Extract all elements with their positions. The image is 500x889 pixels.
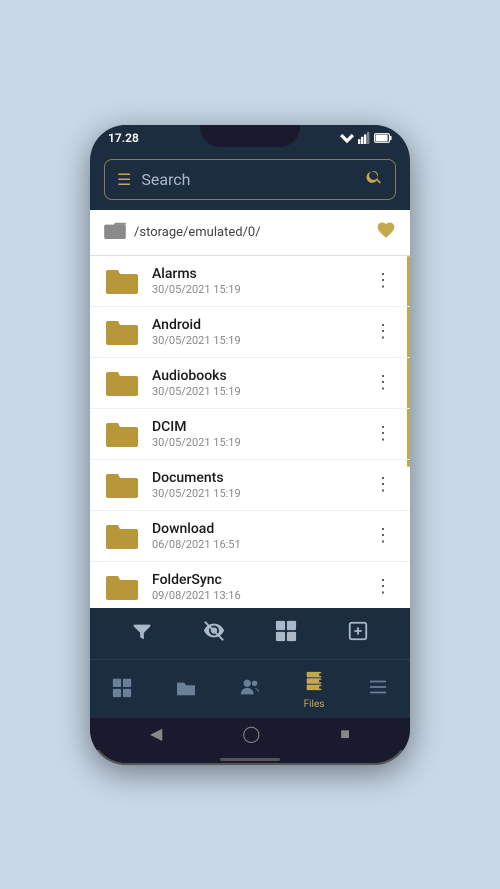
screen: ☰ Search /storage/emulated/0/ (90, 149, 410, 718)
home-nav-icon (111, 676, 133, 703)
nav-item-folder[interactable] (167, 676, 205, 704)
filter-icon[interactable] (127, 616, 157, 651)
recents-gesture[interactable]: ■ (340, 724, 350, 744)
table-row[interactable]: Audiobooks 30/05/2021 15:19 ⋮ (90, 358, 410, 409)
home-gesture[interactable]: ◯ (242, 724, 260, 743)
hidden-files-icon[interactable] (199, 616, 229, 651)
folder-icon (104, 419, 140, 449)
grid-icon[interactable] (271, 616, 301, 651)
notch (200, 125, 300, 147)
file-date: 30/05/2021 15:19 (152, 283, 358, 296)
file-info: Audiobooks 30/05/2021 15:19 (152, 368, 358, 398)
nav-item-menu[interactable] (359, 674, 397, 705)
search-input-label[interactable]: Search (141, 170, 355, 189)
more-options-icon[interactable]: ⋮ (370, 266, 396, 295)
table-row[interactable]: Android 30/05/2021 15:19 ⋮ (90, 307, 410, 358)
storage-nav-icon (303, 670, 325, 697)
add-icon[interactable] (343, 616, 373, 651)
folder-icon (104, 572, 140, 602)
file-date: 30/05/2021 15:19 (152, 487, 358, 500)
file-date: 30/05/2021 15:19 (152, 334, 358, 347)
table-row[interactable]: Alarms 30/05/2021 15:19 ⋮ (90, 256, 410, 307)
file-info: FolderSync 09/08/2021 13:16 (152, 572, 358, 602)
path-icon (104, 221, 126, 244)
file-name: Documents (152, 470, 358, 486)
nav-item-shared[interactable] (231, 674, 269, 705)
shared-nav-icon (239, 676, 261, 703)
menu-nav-icon (367, 676, 389, 703)
bottom-nav: Files (90, 659, 410, 718)
more-options-icon[interactable]: ⋮ (370, 521, 396, 550)
file-info: Download 06/08/2021 16:51 (152, 521, 358, 551)
phone-frame: 17.28 ☰ Sea (90, 125, 410, 765)
search-bar[interactable]: ☰ Search (104, 159, 396, 200)
folder-icon (104, 368, 140, 398)
file-name: Audiobooks (152, 368, 358, 384)
folder-icon (104, 317, 140, 347)
file-date: 30/05/2021 15:19 (152, 436, 358, 449)
file-date: 06/08/2021 16:51 (152, 538, 358, 551)
wifi-icon (340, 132, 354, 144)
table-row[interactable]: DCIM 30/05/2021 15:19 ⋮ (90, 409, 410, 460)
file-info: Android 30/05/2021 15:19 (152, 317, 358, 347)
more-options-icon[interactable]: ⋮ (370, 317, 396, 346)
top-bar: ☰ Search (90, 149, 410, 210)
more-options-icon[interactable]: ⋮ (370, 368, 396, 397)
file-info: DCIM 30/05/2021 15:19 (152, 419, 358, 449)
folder-nav-icon (175, 678, 197, 702)
folder-icon (104, 470, 140, 500)
file-name: Alarms (152, 266, 358, 282)
status-time: 17.28 (108, 131, 139, 145)
file-name: Android (152, 317, 358, 333)
more-options-icon[interactable]: ⋮ (370, 419, 396, 448)
file-date: 30/05/2021 15:19 (152, 385, 358, 398)
battery-icon (374, 133, 392, 143)
nav-item-files[interactable]: Files (295, 668, 333, 712)
home-indicator (220, 758, 280, 761)
hamburger-icon[interactable]: ☰ (117, 170, 131, 189)
table-row[interactable]: Download 06/08/2021 16:51 ⋮ (90, 511, 410, 562)
path-bar: /storage/emulated/0/ (90, 210, 410, 256)
folder-icon (104, 521, 140, 551)
file-name: FolderSync (152, 572, 358, 588)
file-info: Alarms 30/05/2021 15:19 (152, 266, 358, 296)
back-gesture[interactable]: ◀ (150, 724, 162, 743)
file-info: Documents 30/05/2021 15:19 (152, 470, 358, 500)
action-toolbar (90, 608, 410, 659)
table-row[interactable]: Documents 30/05/2021 15:19 ⋮ (90, 460, 410, 511)
more-options-icon[interactable]: ⋮ (370, 572, 396, 601)
signal-icon (358, 132, 370, 144)
search-icon[interactable] (365, 168, 383, 191)
table-row[interactable]: FolderSync 09/08/2021 13:16 ⋮ (90, 562, 410, 608)
folder-icon (104, 266, 140, 296)
nav-label-files: Files (304, 699, 325, 710)
file-name: Download (152, 521, 358, 537)
path-text: /storage/emulated/0/ (134, 225, 368, 240)
favorite-icon[interactable] (376, 220, 396, 245)
nav-item-home[interactable] (103, 674, 141, 705)
file-list[interactable]: Alarms 30/05/2021 15:19 ⋮ Android 30/05/… (90, 256, 410, 608)
status-icons (340, 132, 392, 144)
file-name: DCIM (152, 419, 358, 435)
file-date: 09/08/2021 13:16 (152, 589, 358, 602)
more-options-icon[interactable]: ⋮ (370, 470, 396, 499)
home-bar: ◀ ◯ ■ (90, 718, 410, 750)
